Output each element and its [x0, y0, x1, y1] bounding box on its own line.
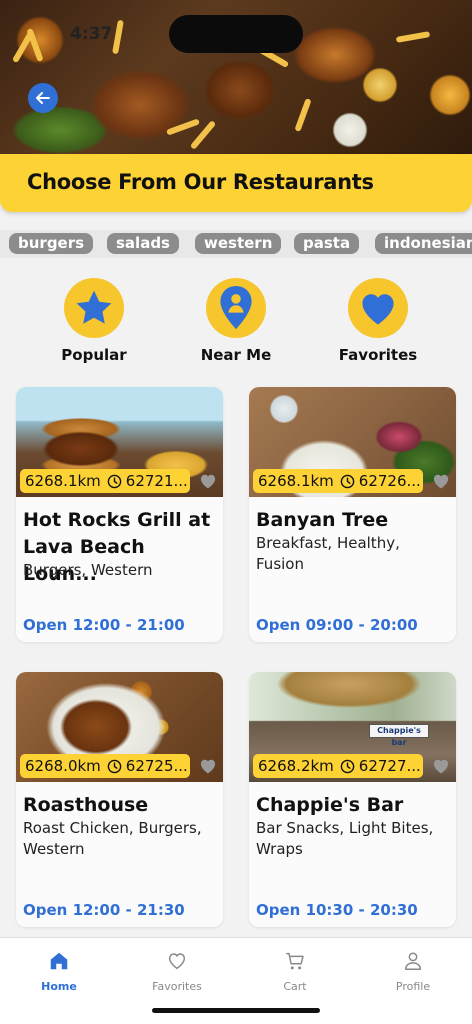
nav-label: Cart — [283, 980, 307, 993]
opening-hours: Open 12:00 - 21:30 — [23, 901, 185, 919]
favorite-heart-icon[interactable] — [198, 471, 218, 491]
distance-text: 6268.2km — [258, 757, 334, 775]
clock-icon — [340, 759, 355, 773]
quick-link-label: Popular — [61, 346, 127, 364]
distance-time-badge: 6268.1km 62726... — [253, 469, 423, 493]
restaurant-card[interactable]: Chappie's bar 6268.2km 62727... Chappie'… — [249, 672, 456, 927]
chip-pasta[interactable]: pasta — [294, 233, 360, 254]
quick-link-popular[interactable]: Popular — [44, 278, 144, 364]
arrow-left-icon — [36, 92, 50, 104]
nav-label: Home — [41, 980, 77, 993]
restaurant-name: Chappie's Bar — [256, 794, 404, 816]
star-icon — [76, 290, 112, 324]
camera-notch — [169, 15, 303, 53]
quick-link-favorites[interactable]: Favorites — [328, 278, 428, 364]
page-header: Choose From Our Restaurants — [0, 154, 472, 212]
nav-home[interactable]: Home — [0, 950, 118, 993]
restaurant-cuisine: Burgers, Western — [23, 561, 153, 579]
restaurant-cuisine: Bar Snacks, Light Bites, Wraps — [256, 819, 434, 858]
quick-link-near-me[interactable]: Near Me — [186, 278, 286, 364]
clock-icon — [107, 759, 122, 773]
heart-icon — [362, 294, 394, 325]
category-chip-list[interactable]: burgers salads western pasta indonesian — [0, 230, 472, 258]
quick-link-label: Near Me — [200, 346, 272, 364]
restaurant-card[interactable]: 6268.1km 62721... Hot Rocks Grill at Lav… — [16, 387, 223, 642]
person-icon — [404, 952, 422, 970]
nav-label: Favorites — [152, 980, 202, 993]
nav-favorites[interactable]: Favorites — [118, 950, 236, 993]
restaurant-cuisine: Roast Chicken, Burgers, Western — [23, 819, 202, 858]
app-screen: 4:37 Choose From Our Restaurants burgers… — [0, 0, 472, 1024]
cart-icon — [286, 952, 304, 970]
home-indicator — [152, 1008, 320, 1013]
distance-time-badge: 6268.2km 62727... — [253, 754, 423, 778]
distance-text: 6268.1km — [258, 472, 334, 490]
distance-text: 6268.0km — [25, 757, 101, 775]
distance-text: 6268.1km — [25, 472, 101, 490]
chip-indonesian[interactable]: indonesian — [375, 233, 472, 254]
location-person-icon — [220, 286, 252, 330]
restaurant-sign: Chappie's bar — [369, 724, 429, 747]
distance-time-badge: 6268.1km 62721... — [20, 469, 190, 493]
nav-profile[interactable]: Profile — [354, 950, 472, 993]
distance-time-badge: 6268.0km 62725... — [20, 754, 190, 778]
home-icon — [50, 952, 68, 970]
time-text: 62725... — [125, 757, 188, 775]
opening-hours: Open 12:00 - 21:00 — [23, 616, 185, 634]
opening-hours: Open 09:00 - 20:00 — [256, 616, 418, 634]
restaurant-cuisine: Breakfast, Healthy, Fusion — [256, 534, 400, 573]
nav-label: Profile — [395, 980, 431, 993]
heart-outline-icon — [168, 953, 186, 970]
clock-icon — [107, 474, 122, 488]
restaurant-card[interactable]: 6268.1km 62726... Banyan Tree Breakfast,… — [249, 387, 456, 642]
chip-burgers[interactable]: burgers — [9, 233, 94, 254]
status-time: 4:37 — [70, 24, 113, 44]
time-text: 62727... — [358, 757, 421, 775]
opening-hours: Open 10:30 - 20:30 — [256, 901, 418, 919]
chip-western[interactable]: western — [195, 233, 282, 254]
restaurant-name: Roasthouse — [23, 794, 149, 816]
restaurant-card[interactable]: 6268.0km 62725... Roasthouse Roast Chick… — [16, 672, 223, 927]
nav-cart[interactable]: Cart — [236, 950, 354, 993]
restaurant-name: Banyan Tree — [256, 509, 389, 531]
time-text: 62721... — [125, 472, 188, 490]
chip-salads[interactable]: salads — [107, 233, 179, 254]
back-button[interactable] — [28, 83, 58, 113]
time-text: 62726... — [358, 472, 421, 490]
favorite-heart-icon[interactable] — [431, 471, 451, 491]
page-title: Choose From Our Restaurants — [27, 170, 374, 194]
favorite-heart-icon[interactable] — [431, 756, 451, 776]
quick-link-label: Favorites — [338, 346, 418, 364]
clock-icon — [340, 474, 355, 488]
favorite-heart-icon[interactable] — [198, 756, 218, 776]
